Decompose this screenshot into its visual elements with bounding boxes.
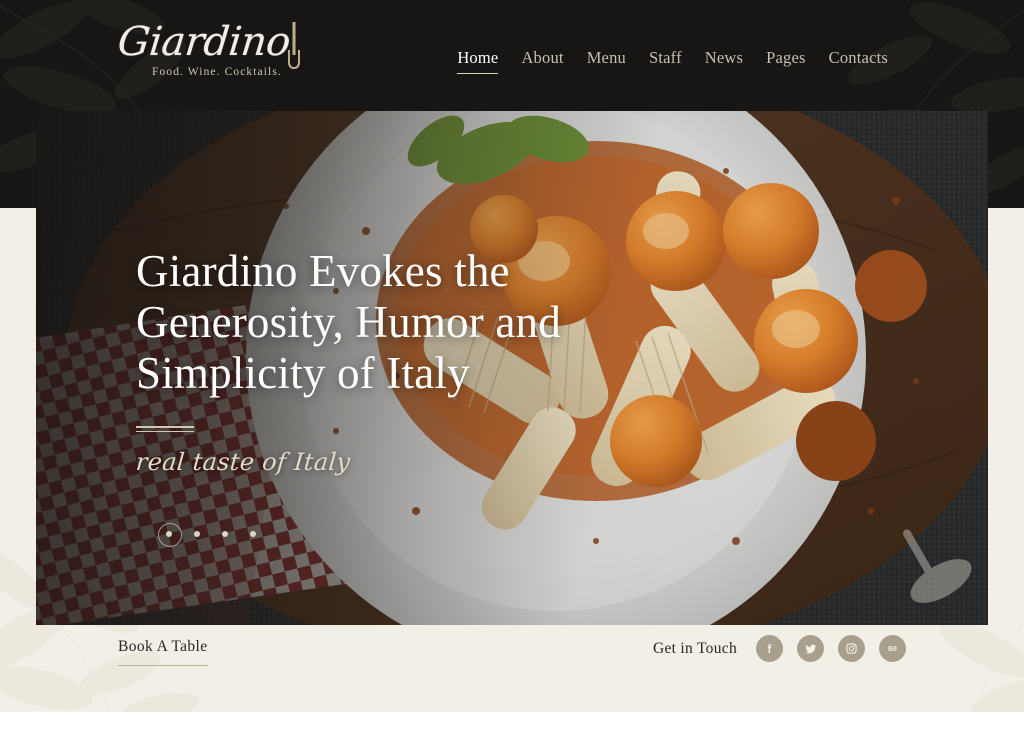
hero-title: Giardino Evokes the Generosity, Humor an… xyxy=(136,246,561,398)
hero-tagline: real taste of Italy xyxy=(134,447,352,476)
nav-item-staff[interactable]: Staff xyxy=(649,48,682,73)
site-logo[interactable]: Giardino Food. Wine. Cocktails. xyxy=(115,19,300,92)
logo-wordmark: Giardino xyxy=(115,19,293,65)
footer-row: Book A Table Get in Touch Bē xyxy=(0,635,1024,698)
hero-slider: Giardino Evokes the Generosity, Humor an… xyxy=(36,111,988,625)
bottom-white-strip xyxy=(0,712,1024,745)
nav-item-about[interactable]: About xyxy=(521,48,563,73)
get-in-touch-label: Get in Touch xyxy=(652,639,737,657)
hero-divider xyxy=(136,425,194,432)
restaurant-landing-page: Giardino Food. Wine. Cocktails. Home Abo… xyxy=(0,0,1024,745)
slider-dot-3[interactable] xyxy=(222,531,228,537)
slider-dot-2[interactable] xyxy=(194,531,200,537)
slider-dots xyxy=(158,523,256,547)
nav-item-contacts[interactable]: Contacts xyxy=(829,48,888,73)
nav-item-news[interactable]: News xyxy=(705,48,743,73)
instagram-icon[interactable] xyxy=(838,635,865,662)
nav-item-home[interactable]: Home xyxy=(457,48,499,74)
fork-icon xyxy=(288,22,300,70)
behance-icon[interactable]: Bē xyxy=(879,635,906,662)
nav-item-menu[interactable]: Menu xyxy=(587,48,626,73)
get-in-touch-group: Get in Touch Bē xyxy=(653,635,906,662)
logo-tagline: Food. Wine. Cocktails. xyxy=(152,66,282,78)
svg-text:Bē: Bē xyxy=(888,646,897,653)
book-a-table-button[interactable]: Book A Table xyxy=(118,638,208,666)
nav-item-pages[interactable]: Pages xyxy=(766,48,806,73)
hero-content: Giardino Evokes the Generosity, Humor an… xyxy=(134,246,696,476)
slider-dot-1[interactable] xyxy=(158,523,182,547)
twitter-icon[interactable] xyxy=(797,635,824,662)
site-header: Giardino Food. Wine. Cocktails. Home Abo… xyxy=(0,0,1024,111)
main-navigation: Home About Menu Staff News Pages Contact… xyxy=(457,48,888,74)
slider-dot-4[interactable] xyxy=(250,531,256,537)
facebook-icon[interactable] xyxy=(756,635,783,662)
